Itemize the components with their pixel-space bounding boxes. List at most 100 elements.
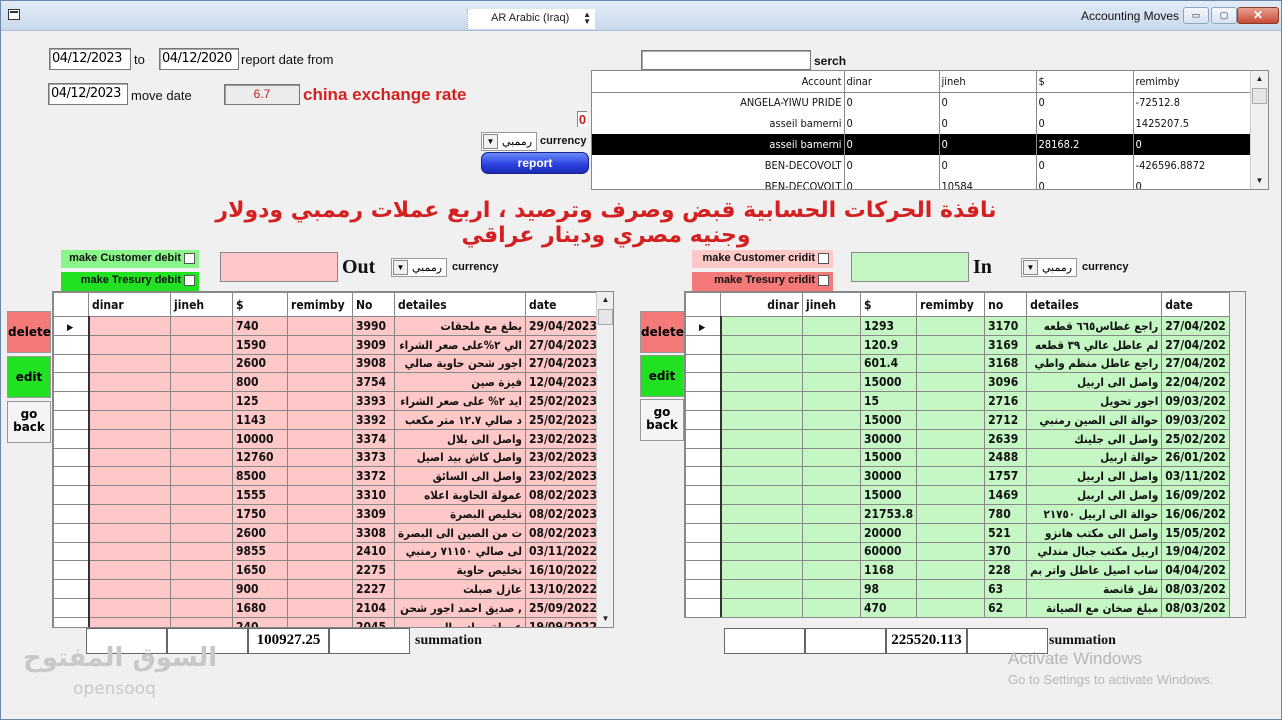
cell-details[interactable]: حوالة الى اربيل ٢١٧٥٠ <box>1026 503 1163 524</box>
out-grid[interactable]: dinar jineh $ remimby No detailes date ▶… <box>52 291 614 628</box>
row-header[interactable] <box>685 485 722 505</box>
accounts-grid[interactable]: Account dinar jineh $ remimby ANGELA-YIW… <box>591 70 1269 190</box>
cell-dinar[interactable] <box>720 541 803 562</box>
row-header[interactable] <box>685 522 722 543</box>
row-header[interactable] <box>53 541 90 562</box>
cell-remimby[interactable] <box>287 485 353 505</box>
cell-remimby[interactable] <box>287 391 353 411</box>
table-row[interactable]: 1680 2104, صديق احمد اجور شحن 25/09/2022 <box>53 597 601 618</box>
cell-date[interactable]: 25/09/2022 <box>524 597 601 618</box>
row-header[interactable] <box>53 579 90 599</box>
cell-details[interactable]: اجور تحويل <box>1026 391 1163 411</box>
cell-jineh[interactable] <box>802 372 861 393</box>
cell-remimby[interactable] <box>287 560 353 581</box>
cell-details[interactable]: لى صالي ٧١١٥٠ رمنبي <box>394 541 526 562</box>
col-no[interactable]: no <box>984 292 1028 317</box>
cell-details[interactable]: واصل الى اربيل <box>1026 485 1163 505</box>
cell-no[interactable]: 370 <box>984 541 1028 562</box>
table-row[interactable]: 1650 2275 تخليص حاوية 16/10/2022 <box>53 560 601 581</box>
cell-date[interactable]: 27/04/202 <box>1161 334 1230 355</box>
exchange-rate-field[interactable]: 6.7 <box>224 84 300 105</box>
cell-remimby[interactable] <box>287 503 353 524</box>
cell-remimby[interactable] <box>916 541 986 562</box>
cell-no[interactable]: 3393 <box>352 391 395 411</box>
cell-details[interactable]: لم عاطل عالي ٣٩ قطعه <box>1026 334 1163 355</box>
cell-remimby[interactable] <box>287 334 353 355</box>
cell-jineh[interactable] <box>170 466 233 487</box>
cell-jineh[interactable] <box>802 409 861 430</box>
move-date-field[interactable]: 04/12/2023 <box>48 83 128 105</box>
out-scrollbar[interactable]: ▲ ▼ <box>596 292 613 627</box>
cell-no[interactable]: 1757 <box>984 466 1028 487</box>
cell-details[interactable]: واصل الى بلال <box>394 428 526 449</box>
cell-no[interactable]: 3310 <box>352 485 395 505</box>
table-row[interactable]: 60000 370 اربيل مكتب جبال مندلي 19/04/202 <box>685 541 1230 562</box>
close-button[interactable]: ✕ <box>1237 7 1279 24</box>
cell-usd[interactable]: 8500 <box>232 466 288 487</box>
cell-remimby[interactable] <box>287 541 353 562</box>
col-dinar[interactable]: dinar <box>88 292 171 317</box>
cell-dinar[interactable] <box>88 353 171 374</box>
account-row[interactable]: BEN-DECOVOLT 0 0 0 -426596.8872 <box>592 155 1253 176</box>
cell-usd[interactable]: 20000 <box>859 522 918 543</box>
make-customer-credit-checkbox[interactable]: make Customer cridit <box>692 250 833 268</box>
cell-details[interactable]: حوالة اربيل <box>1026 447 1163 468</box>
cell-usd[interactable]: 10000 <box>232 428 288 449</box>
cell-date[interactable]: 09/03/202 <box>1161 391 1230 411</box>
cell-date[interactable]: 25/02/2023 <box>524 409 601 430</box>
cell-usd[interactable]: 2600 <box>232 522 288 543</box>
row-header[interactable]: ▶ <box>685 316 722 336</box>
table-row[interactable]: 8500 3372 واصل الى السائق 23/02/2023 <box>53 466 601 487</box>
cell-dinar[interactable] <box>88 409 171 430</box>
cell-usd[interactable]: 15000 <box>859 409 918 430</box>
cell-details[interactable]: مبلغ صخان مع الصيانة <box>1026 597 1163 617</box>
cell-jineh[interactable] <box>802 522 861 543</box>
checkbox-icon[interactable] <box>818 275 829 286</box>
row-header[interactable] <box>685 579 722 599</box>
cell-details[interactable]: يطغ مع ملحقات <box>394 316 526 336</box>
cell-jineh[interactable] <box>802 597 861 617</box>
cell-usd[interactable]: 800 <box>232 372 288 393</box>
table-row[interactable]: 1168 228 ساب اصيل عاطل واتر بم 04/04/202 <box>685 560 1230 581</box>
col-usd[interactable]: $ <box>1036 71 1134 93</box>
cell-usd[interactable]: 1555 <box>232 485 288 505</box>
cell-jineh[interactable] <box>170 409 233 430</box>
col-usd[interactable]: $ <box>232 292 288 317</box>
cell-date[interactable]: 19/09/2022 <box>524 616 601 627</box>
row-header[interactable] <box>685 391 722 411</box>
cell-date[interactable]: 25/02/2023 <box>524 391 601 411</box>
table-row[interactable]: ▶ 1293 3170 راجع غطاس٦٦٥ قطعه 27/04/202 <box>685 316 1230 336</box>
in-delete-button[interactable]: delete <box>640 311 684 353</box>
cell-date[interactable]: 08/02/2023 <box>524 522 601 543</box>
cell-jineh[interactable] <box>802 447 861 468</box>
table-row[interactable]: 12760 3373 واصل كاش بيد اصيل 23/02/2023 <box>53 447 601 468</box>
cell-usd[interactable]: 60000 <box>859 541 918 562</box>
table-row[interactable]: 15 2716 اجور تحويل 09/03/202 <box>685 391 1230 411</box>
scroll-up-icon[interactable]: ▲ <box>1252 71 1267 87</box>
cell-no[interactable]: 521 <box>984 522 1028 543</box>
cell-date[interactable]: 08/02/2023 <box>524 485 601 505</box>
row-header[interactable] <box>685 597 722 617</box>
cell-no[interactable]: 3170 <box>984 316 1028 336</box>
cell-date[interactable]: 23/02/2023 <box>524 447 601 468</box>
row-header[interactable] <box>53 409 90 430</box>
out-amount-field[interactable] <box>220 252 338 282</box>
col-details[interactable]: detailes <box>1026 292 1163 317</box>
cell-jineh[interactable] <box>802 316 861 336</box>
cell-details[interactable]: واصل الى السائق <box>394 466 526 487</box>
make-treasury-debit-checkbox[interactable]: make Tresury debit <box>61 272 199 291</box>
cell-remimby[interactable] <box>287 597 353 618</box>
col-dinar[interactable]: dinar <box>720 292 803 317</box>
cell-no[interactable]: 3169 <box>984 334 1028 355</box>
cell-usd[interactable]: 1293 <box>859 316 918 336</box>
cell-dinar[interactable] <box>720 316 803 336</box>
cell-details[interactable]: عازل صبلت <box>394 579 526 599</box>
search-input[interactable] <box>641 50 811 70</box>
cell-usd[interactable]: 15000 <box>859 485 918 505</box>
cell-details[interactable]: واصل الى مكتب هانزو <box>1026 522 1163 543</box>
row-header[interactable] <box>685 334 722 355</box>
cell-usd[interactable]: 9855 <box>232 541 288 562</box>
cell-remimby[interactable] <box>916 597 986 617</box>
cell-jineh[interactable] <box>802 353 861 374</box>
table-row[interactable]: 20000 521 واصل الى مكتب هانزو 15/05/202 <box>685 522 1230 543</box>
